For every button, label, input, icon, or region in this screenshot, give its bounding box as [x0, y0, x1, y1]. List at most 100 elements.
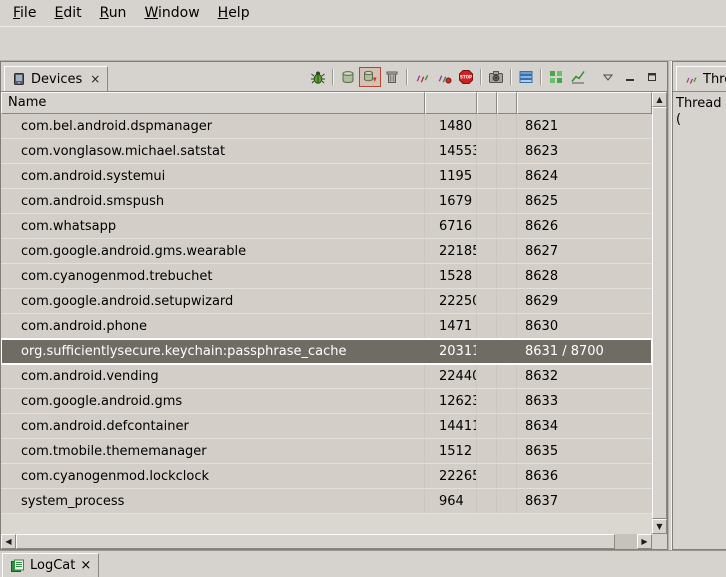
- table-row[interactable]: com.google.android.gms.wearable221858627: [1, 239, 652, 264]
- scroll-right-icon: ▶: [641, 538, 647, 546]
- table-cell: [497, 314, 517, 338]
- horizontal-scrollbar-track[interactable]: [615, 534, 637, 549]
- tab-devices[interactable]: Devices ×: [4, 66, 108, 91]
- table-row[interactable]: org.sufficientlysecure.keychain:passphra…: [1, 339, 652, 364]
- table-cell: 8637: [517, 489, 652, 513]
- threads-content: Thread up (: [673, 91, 726, 549]
- table-row[interactable]: com.google.android.setupwizard222508629: [1, 289, 652, 314]
- table-cell: [477, 439, 497, 463]
- vertical-scrollbar-thumb[interactable]: [652, 107, 667, 519]
- table-cell: [477, 114, 497, 138]
- menu-window[interactable]: Window: [135, 2, 208, 24]
- horizontal-scrollbar[interactable]: ◀ ▶: [1, 534, 667, 549]
- table-cell: [497, 164, 517, 188]
- table-cell: 1195: [425, 164, 477, 188]
- table-cell: 8627: [517, 239, 652, 263]
- menu-file[interactable]: File: [4, 2, 45, 24]
- scroll-down-button[interactable]: ▼: [652, 519, 667, 534]
- scroll-right-button[interactable]: ▶: [637, 534, 652, 549]
- menu-help[interactable]: Help: [209, 2, 259, 24]
- table-cell: 1512: [425, 439, 477, 463]
- table-cell: com.tmobile.thememanager: [1, 439, 425, 463]
- minimize-button[interactable]: [619, 67, 641, 87]
- view-hierarchy-icon: [518, 69, 534, 85]
- threads-message-line-2: (: [676, 112, 723, 128]
- maximize-button[interactable]: [641, 67, 663, 87]
- table-cell: [477, 314, 497, 338]
- update-threads-button[interactable]: [411, 67, 433, 87]
- table-cell: com.whatsapp: [1, 214, 425, 238]
- close-icon[interactable]: ×: [80, 558, 91, 573]
- column-header-1[interactable]: [477, 92, 497, 114]
- table-cell: com.google.android.gms.wearable: [1, 239, 425, 263]
- column-header-port[interactable]: [517, 92, 652, 114]
- table-row[interactable]: com.cyanogenmod.lockclock222658636: [1, 464, 652, 489]
- device-table-rows: com.bel.android.dspmanager14808621com.vo…: [1, 114, 652, 534]
- menu-bar: File Edit Run Window Help: [0, 0, 726, 26]
- close-icon[interactable]: ×: [90, 72, 100, 86]
- systrace-icon: [548, 69, 564, 85]
- systrace-button[interactable]: [545, 67, 567, 87]
- tab-threads[interactable]: Threads: [676, 66, 726, 91]
- table-cell: [477, 239, 497, 263]
- view-hierarchy-button[interactable]: [515, 67, 537, 87]
- maximize-icon: [646, 71, 658, 83]
- devices-view-toolbar: STOP: [307, 67, 663, 87]
- vertical-scrollbar[interactable]: ▲ ▼: [652, 92, 667, 534]
- menu-run[interactable]: Run: [91, 2, 136, 24]
- tab-logcat[interactable]: LogCat ×: [2, 553, 99, 577]
- horizontal-scrollbar-thumb[interactable]: [16, 534, 615, 549]
- update-heap-button[interactable]: [337, 67, 359, 87]
- table-cell: [477, 389, 497, 413]
- threads-tabbar: Threads: [673, 62, 726, 91]
- chevron-down-icon: [602, 71, 614, 83]
- table-row[interactable]: com.android.systemui11958624: [1, 164, 652, 189]
- cause-gc-button[interactable]: [381, 67, 403, 87]
- table-row[interactable]: com.tmobile.thememanager15128635: [1, 439, 652, 464]
- table-cell: 8626: [517, 214, 652, 238]
- table-row[interactable]: com.android.smspush16798625: [1, 189, 652, 214]
- table-row[interactable]: com.android.defcontainer144118634: [1, 414, 652, 439]
- table-cell: [497, 189, 517, 213]
- table-row[interactable]: com.android.phone14718630: [1, 314, 652, 339]
- column-header-2[interactable]: [497, 92, 517, 114]
- tab-devices-label: Devices: [31, 72, 82, 87]
- table-row[interactable]: com.bel.android.dspmanager14808621: [1, 114, 652, 139]
- device-icon: [12, 72, 26, 86]
- table-cell: 964: [425, 489, 477, 513]
- toolbar-separator: [332, 69, 334, 85]
- scrollbar-corner: [652, 534, 667, 549]
- network-stats-button[interactable]: [567, 67, 589, 87]
- debug-process-button[interactable]: [307, 67, 329, 87]
- table-cell: [497, 239, 517, 263]
- table-row[interactable]: com.vonglasow.michael.satstat145538623: [1, 139, 652, 164]
- view-menu-button[interactable]: [597, 67, 619, 87]
- toolbar-separator: [406, 69, 408, 85]
- tab-logcat-label: LogCat: [30, 558, 75, 573]
- table-cell: [497, 289, 517, 313]
- table-row[interactable]: com.android.vending22440 8632: [1, 364, 652, 389]
- column-header-name[interactable]: Name: [1, 92, 425, 114]
- table-cell: [477, 364, 497, 388]
- table-cell: 8632: [517, 364, 652, 388]
- table-row[interactable]: system_process9648637: [1, 489, 652, 514]
- stop-process-button[interactable]: STOP: [455, 67, 477, 87]
- scroll-left-button[interactable]: ◀: [1, 534, 16, 549]
- network-stats-icon: [570, 69, 586, 85]
- menu-edit[interactable]: Edit: [45, 2, 90, 24]
- threads-message-line-1: Thread up: [676, 96, 723, 112]
- method-profiling-button[interactable]: [433, 67, 455, 87]
- scroll-up-button[interactable]: ▲: [652, 92, 667, 107]
- update-heap-icon: [340, 69, 356, 85]
- table-cell: com.android.vending: [1, 364, 425, 388]
- table-row[interactable]: com.google.android.gms126238633: [1, 389, 652, 414]
- dump-hprof-button[interactable]: [359, 67, 381, 87]
- table-cell: 8624: [517, 164, 652, 188]
- table-row[interactable]: com.whatsapp67168626: [1, 214, 652, 239]
- table-row[interactable]: com.cyanogenmod.trebuchet15288628: [1, 264, 652, 289]
- column-header-pid[interactable]: [425, 92, 477, 114]
- table-cell: com.android.smspush: [1, 189, 425, 213]
- screen-capture-button[interactable]: [485, 67, 507, 87]
- table-cell: 22440: [425, 364, 477, 388]
- table-cell: [497, 264, 517, 288]
